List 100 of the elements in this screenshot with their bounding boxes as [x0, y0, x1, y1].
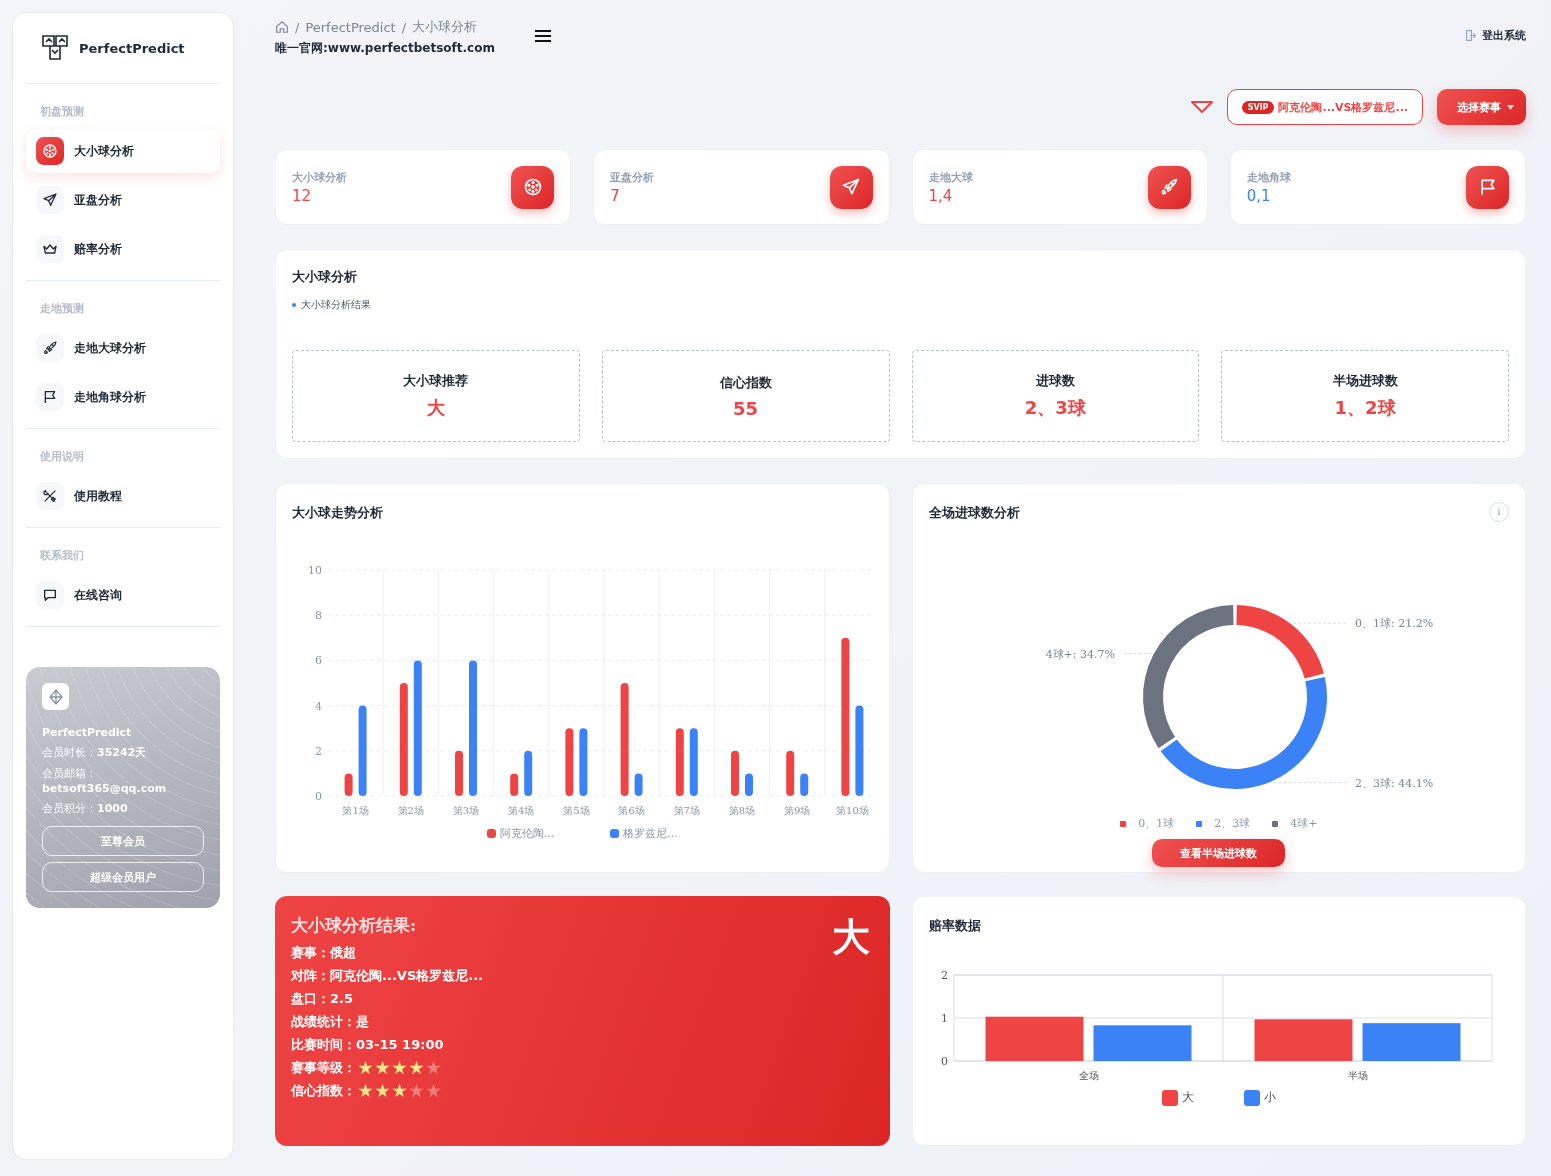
- legend-label[interactable]: 2、3球: [1214, 816, 1251, 831]
- section-title: 使用说明: [39, 449, 85, 464]
- sidebar-item[interactable]: 赔率分析: [26, 227, 220, 271]
- bar: [675, 728, 684, 796]
- caret-icon: [1507, 104, 1514, 110]
- axis-label: 第4场: [508, 805, 535, 816]
- match-name: 阿克伦陶...VS格罗兹尼...: [1278, 99, 1408, 115]
- member-button[interactable]: 超级会员用户: [42, 862, 204, 892]
- axis-label: 第8场: [728, 805, 756, 816]
- result-label: 赛事等级：: [291, 1059, 356, 1077]
- axis-label: 0: [315, 790, 322, 803]
- axis-label: 2: [315, 744, 322, 758]
- axis-label: 第2场: [397, 805, 424, 816]
- stat-value: 7: [610, 186, 621, 205]
- box-label: 进球数: [1035, 372, 1075, 390]
- bullet-icon: [292, 303, 296, 307]
- box-label: 大小球推荐: [403, 372, 469, 390]
- member-button[interactable]: 至尊会员: [42, 826, 204, 856]
- stat-label: 大小球分析: [292, 169, 347, 185]
- paper-plane-icon: [42, 192, 58, 208]
- axis-label: 第6场: [618, 805, 645, 816]
- section-title: 走地预测: [39, 301, 85, 316]
- axis-label: 第7场: [673, 805, 700, 816]
- legend-label[interactable]: 格罗兹尼...: [623, 826, 678, 841]
- member-points: 会员积分：1000: [42, 801, 129, 816]
- slice-label: 0、1球: 21.2%: [1354, 617, 1433, 631]
- brand-name: PerfectPredict: [79, 40, 185, 56]
- bar: [745, 773, 753, 796]
- rocket-icon: [42, 340, 58, 356]
- stat-value: 1,4: [928, 186, 954, 205]
- stat-label: 走地角球: [1246, 169, 1291, 185]
- axis-label: 第1场: [342, 805, 369, 816]
- result-line: 比赛时间：03-15 19:00: [291, 1036, 445, 1054]
- home-icon[interactable]: [275, 20, 289, 34]
- box-label: 信心指数: [719, 373, 772, 392]
- box-value: 1、2球: [1334, 396, 1396, 420]
- sidebar-item[interactable]: 使用教程: [26, 474, 220, 518]
- sidebar-item[interactable]: 大小球分析: [26, 129, 220, 173]
- stat-label: 亚盘分析: [610, 169, 655, 185]
- ball-icon: [42, 143, 58, 159]
- axis-label: 2: [940, 969, 948, 982]
- bar: [510, 773, 519, 796]
- axis-label: 半场: [1347, 1070, 1367, 1081]
- section-title: 联系我们: [39, 548, 85, 563]
- breadcrumb-separator: /: [401, 19, 407, 35]
- bar: [689, 728, 698, 796]
- result-verdict: 大: [831, 914, 870, 961]
- box-label: 半场进球数: [1332, 372, 1398, 390]
- slice-label: 2、3球: 44.1%: [1354, 776, 1433, 790]
- match-selector[interactable]: SVIP 阿克伦陶...VS格罗兹尼...: [1226, 89, 1423, 125]
- rocket-icon: [1159, 177, 1180, 197]
- stat-label: 走地大球: [928, 169, 973, 185]
- breadcrumb-item[interactable]: PerfectPredict: [305, 19, 396, 35]
- half-goals-button[interactable]: 查看半场进球数: [1152, 839, 1286, 867]
- breadcrumb-separator: /: [295, 19, 300, 35]
- bar: [800, 773, 809, 796]
- bar: [786, 750, 795, 796]
- sidebar-item[interactable]: 亚盘分析: [26, 178, 220, 222]
- tools-icon: [42, 488, 58, 504]
- leader-line: [1122, 653, 1152, 655]
- breadcrumb-item[interactable]: 大小球分析: [412, 18, 478, 36]
- legend-label[interactable]: 阿克伦陶...: [499, 826, 555, 841]
- logout-link[interactable]: 登出系统: [1465, 28, 1526, 43]
- legend-swatch: [1272, 820, 1279, 827]
- box-value: 2、3球: [1024, 396, 1086, 420]
- result-line: 战绩统计：是: [291, 1013, 370, 1031]
- legend-label[interactable]: 0、1球: [1138, 816, 1175, 831]
- axis-label: 6: [315, 654, 322, 668]
- site-address: 唯一官网:www.perfectbetsoft.com: [275, 40, 495, 57]
- logout-icon: [1465, 29, 1478, 42]
- legend-label[interactable]: 大: [1181, 1089, 1194, 1106]
- axis-label: 4: [315, 699, 322, 713]
- sidebar-item[interactable]: 在线咨询: [26, 573, 220, 617]
- bar: [634, 773, 643, 796]
- sidebar-item[interactable]: 走地大球分析: [26, 326, 220, 370]
- triangle-icon: [1190, 101, 1213, 113]
- flag-icon: [42, 389, 58, 405]
- card-title: 全场进球数分析: [928, 504, 1020, 522]
- axis-label: 第5场: [563, 805, 590, 816]
- result-label: 信心指数：: [291, 1082, 356, 1100]
- box-value: 大: [426, 396, 445, 420]
- axis-label: 0: [940, 1055, 948, 1068]
- bar: [344, 773, 353, 796]
- legend-label[interactable]: 4球+: [1290, 816, 1318, 831]
- legend-swatch: [1120, 820, 1127, 827]
- select-match-button[interactable]: 选择赛事: [1437, 89, 1526, 125]
- legend-swatch: [1196, 820, 1203, 827]
- menu-icon[interactable]: [535, 30, 551, 42]
- sidebar-item[interactable]: 走地角球分析: [26, 375, 220, 419]
- legend-label[interactable]: 小: [1263, 1089, 1276, 1106]
- stat-value: 12: [292, 186, 313, 205]
- member-email: betsoft365@qq.com: [42, 782, 168, 795]
- member-duration: 会员时长：35242天: [42, 745, 148, 760]
- paper-plane-icon: [841, 177, 861, 197]
- axis-label: 第3场: [452, 805, 480, 816]
- axis-label: 第9场: [784, 805, 811, 816]
- result-line: 盘口：2.5: [291, 990, 355, 1008]
- bar: [524, 750, 533, 796]
- bar: [565, 728, 574, 796]
- axis-label: 8: [315, 609, 322, 623]
